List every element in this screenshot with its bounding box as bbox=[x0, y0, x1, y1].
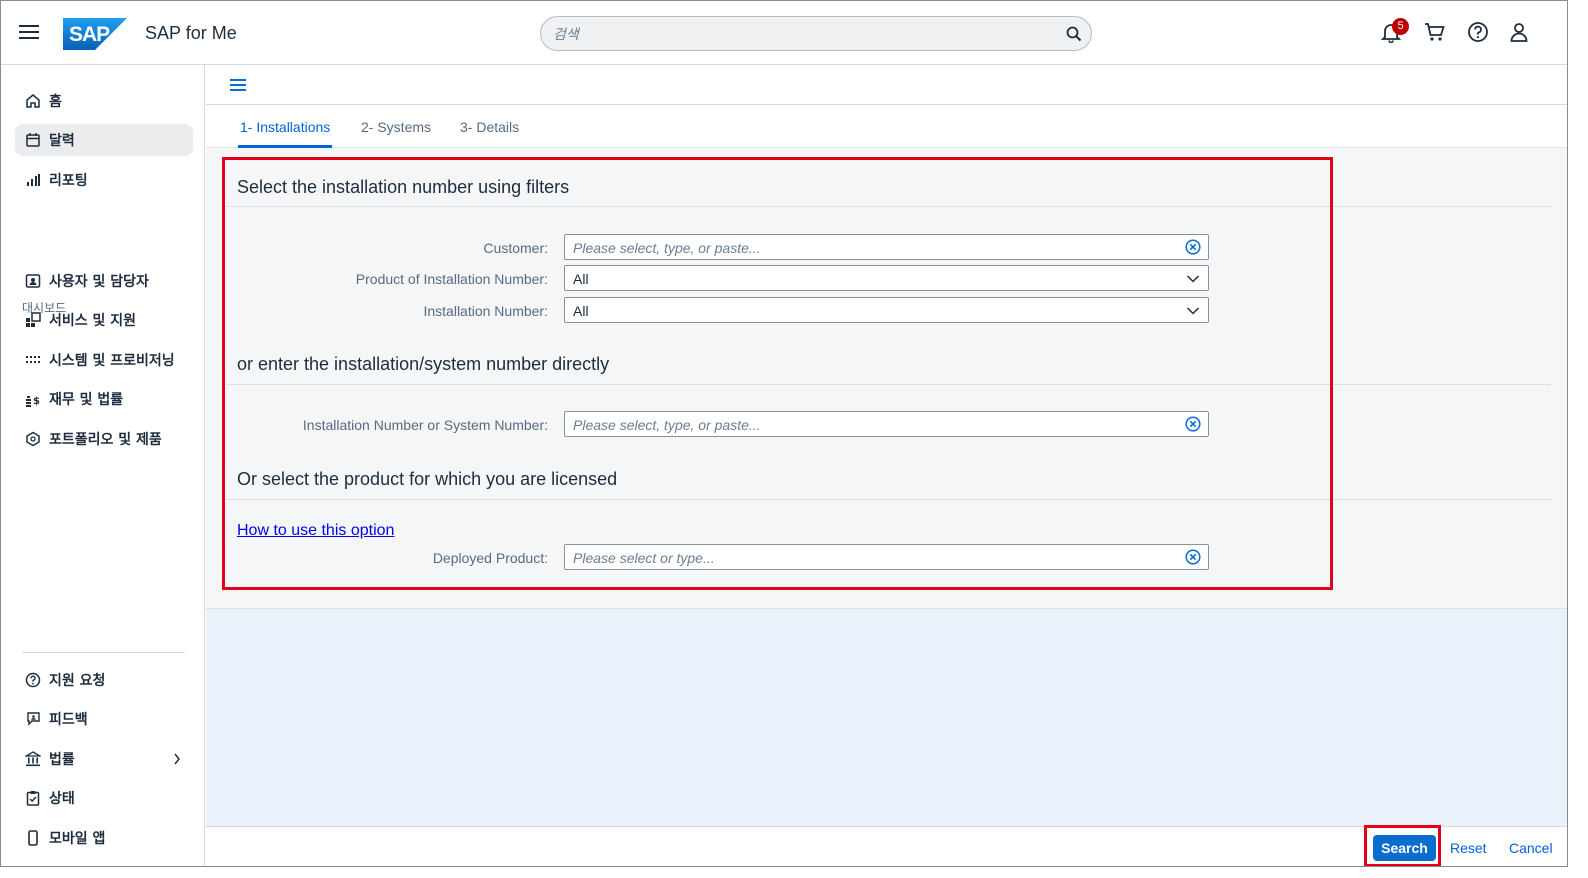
sub-header bbox=[206, 65, 1567, 105]
sidebar-item-mobile[interactable]: 모바일 앱 bbox=[15, 822, 193, 854]
sidebar-item-label: 지원 요청 bbox=[49, 673, 106, 689]
side-navigation: 홈 달력 리포팅 대시보드 사용자 및 담당자 서비스 및 지원 시스템 및 프… bbox=[1, 65, 205, 866]
cancel-button[interactable]: Cancel bbox=[1509, 840, 1553, 856]
footer-toolbar: Search Reset Cancel bbox=[206, 825, 1567, 866]
reset-button[interactable]: Reset bbox=[1450, 840, 1487, 856]
search-button[interactable]: Search bbox=[1373, 835, 1436, 861]
contacts-icon bbox=[24, 272, 42, 290]
direct-number-field[interactable]: Please select, type, or paste... bbox=[564, 411, 1209, 437]
product-value: All bbox=[573, 271, 589, 287]
customer-placeholder: Please select, type, or paste... bbox=[573, 240, 761, 256]
clear-icon[interactable] bbox=[1185, 239, 1201, 260]
sidebar-item-label: 리포팅 bbox=[49, 173, 88, 189]
deployed-product-field[interactable]: Please select or type... bbox=[564, 544, 1209, 570]
direct-number-placeholder: Please select, type, or paste... bbox=[573, 417, 761, 433]
installation-select[interactable]: All bbox=[564, 297, 1209, 323]
main-content: 1- Installations 2- Systems 3- Details S… bbox=[206, 65, 1567, 866]
deployed-product-placeholder: Please select or type... bbox=[573, 550, 715, 566]
cart-icon[interactable] bbox=[1424, 21, 1448, 45]
sidebar-item-label: 사용자 및 담당자 bbox=[49, 274, 149, 290]
sidebar-item-label: 재무 및 법률 bbox=[49, 392, 124, 408]
chevron-down-icon[interactable] bbox=[1185, 303, 1201, 324]
calendar-icon bbox=[24, 131, 42, 149]
nav-divider bbox=[22, 652, 185, 653]
sidebar-item-label: 모바일 앱 bbox=[49, 831, 106, 847]
installation-label: Installation Number: bbox=[423, 303, 548, 319]
sidebar-item-label: 시스템 및 프로비저닝 bbox=[49, 353, 175, 369]
section-title-product: Or select the product for which you are … bbox=[237, 469, 618, 489]
tab-bar: 1- Installations 2- Systems 3- Details bbox=[206, 105, 1567, 148]
question-icon bbox=[24, 671, 42, 689]
systems-icon bbox=[24, 351, 42, 369]
search-icon[interactable] bbox=[1066, 26, 1082, 47]
sidebar-item-home[interactable]: 홈 bbox=[15, 85, 193, 117]
mobile-icon bbox=[24, 829, 42, 847]
portfolio-icon bbox=[24, 430, 42, 448]
sidebar-item-label: 상태 bbox=[49, 791, 75, 807]
empty-area bbox=[206, 609, 1567, 826]
menu-icon[interactable] bbox=[19, 23, 41, 41]
finance-icon: $ bbox=[24, 390, 42, 408]
user-icon[interactable] bbox=[1508, 21, 1532, 45]
chart-icon bbox=[24, 171, 42, 189]
chevron-down-icon[interactable] bbox=[1185, 271, 1201, 292]
active-tab-indicator bbox=[238, 145, 332, 148]
tab-details[interactable]: 3- Details bbox=[460, 119, 519, 135]
sidebar-item-support[interactable]: 지원 요청 bbox=[15, 664, 193, 696]
sidebar-item-status[interactable]: 상태 bbox=[15, 782, 193, 814]
installation-form: Select the installation number using fil… bbox=[206, 149, 1567, 609]
search-field[interactable] bbox=[540, 16, 1092, 51]
product-label: Product of Installation Number: bbox=[355, 271, 548, 287]
sidebar-item-feedback[interactable]: 피드백 bbox=[15, 703, 193, 735]
sidebar-item-label: 홈 bbox=[49, 94, 62, 110]
feedback-icon bbox=[24, 710, 42, 728]
app-window: SAP SAP for Me 5 홈 달력 bbox=[0, 0, 1568, 867]
deployed-product-label: Deployed Product: bbox=[432, 550, 548, 566]
sidebar-item-legal[interactable]: 법률 bbox=[15, 743, 193, 775]
svg-text:$: $ bbox=[33, 396, 40, 407]
sidebar-item-users[interactable]: 사용자 및 담당자 bbox=[15, 265, 193, 297]
tab-systems[interactable]: 2- Systems bbox=[361, 119, 431, 135]
search-input[interactable] bbox=[553, 24, 1053, 44]
section-title-direct: or enter the installation/system number … bbox=[237, 354, 610, 374]
sidebar-item-portfolio[interactable]: 포트폴리오 및 제품 bbox=[15, 423, 193, 455]
app-title: SAP for Me bbox=[145, 23, 237, 43]
sidebar-item-calendar[interactable]: 달력 bbox=[15, 124, 193, 156]
sidebar-item-label: 포트폴리오 및 제품 bbox=[49, 432, 162, 448]
clipboard-icon bbox=[24, 789, 42, 807]
sidebar-item-systems[interactable]: 시스템 및 프로비저닝 bbox=[15, 344, 193, 376]
bank-icon bbox=[24, 750, 42, 768]
sidebar-item-label: 피드백 bbox=[49, 712, 88, 728]
sidebar-item-services[interactable]: 서비스 및 지원 bbox=[15, 304, 193, 336]
chevron-right-icon bbox=[173, 752, 181, 770]
sidebar-item-finance[interactable]: $ 재무 및 법률 bbox=[15, 383, 193, 415]
help-icon[interactable] bbox=[1467, 21, 1491, 45]
clear-icon[interactable] bbox=[1185, 549, 1201, 570]
section-divider bbox=[226, 206, 1551, 207]
sidebar-item-label: 달력 bbox=[49, 133, 75, 149]
customer-label: Customer: bbox=[483, 240, 548, 256]
installation-value: All bbox=[573, 303, 589, 319]
tab-installations[interactable]: 1- Installations bbox=[240, 119, 330, 135]
section-title-filters: Select the installation number using fil… bbox=[237, 177, 570, 197]
list-menu-icon[interactable] bbox=[230, 78, 248, 92]
direct-number-label: Installation Number or System Number: bbox=[302, 417, 548, 433]
logo-text: SAP bbox=[69, 23, 110, 46]
how-to-link[interactable]: How to use this option bbox=[237, 522, 394, 540]
shell-bar: SAP SAP for Me 5 bbox=[1, 1, 1567, 65]
home-icon bbox=[24, 92, 42, 110]
sidebar-item-reporting[interactable]: 리포팅 bbox=[15, 164, 193, 196]
product-select[interactable]: All bbox=[564, 265, 1209, 291]
sidebar-item-label: 법률 bbox=[49, 752, 75, 768]
services-icon bbox=[24, 311, 42, 329]
notification-badge: 5 bbox=[1392, 18, 1409, 35]
section-divider bbox=[226, 499, 1551, 500]
clear-icon[interactable] bbox=[1185, 416, 1201, 437]
section-divider bbox=[226, 384, 1551, 385]
sidebar-item-label: 서비스 및 지원 bbox=[49, 313, 137, 329]
customer-field[interactable]: Please select, type, or paste... bbox=[564, 234, 1209, 260]
sap-logo[interactable]: SAP bbox=[63, 18, 127, 50]
